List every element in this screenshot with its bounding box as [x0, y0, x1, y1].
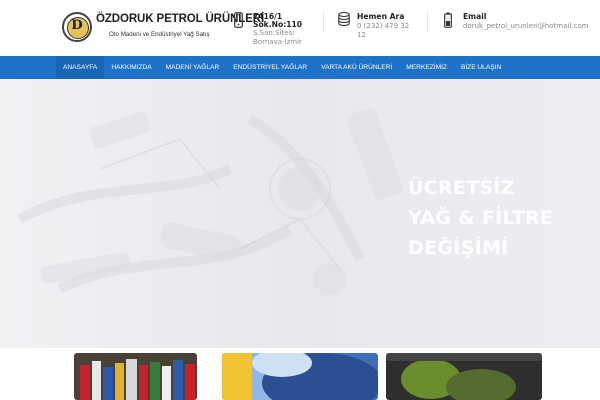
address-line1: S.San.Sitesi: [253, 29, 295, 37]
site-header: D ÖZDORUK PETROL ÜRÜNLERİ Oto Madeni ve …: [0, 0, 600, 56]
address-line2: Bornava-İzmir: [253, 38, 302, 46]
product-thumbnail-oils[interactable]: [74, 353, 197, 400]
phone-number-line2[interactable]: 12: [357, 31, 366, 40]
nav-item-anasayfa[interactable]: ANASAYFA: [56, 56, 105, 79]
header-divider: [323, 11, 324, 33]
nav-item-madeni-yağlar[interactable]: MADENİ YAĞLAR: [159, 56, 227, 79]
email-title: Email: [463, 12, 487, 21]
product-thumbnail-service[interactable]: [386, 353, 542, 400]
nav-item-endüstri-yel-yağlar[interactable]: ENDÜSTRİYEL YAĞLAR: [226, 56, 314, 79]
nav-item-merkezi-mi-z[interactable]: MERKEZİMİZ: [399, 56, 454, 79]
address-title-line2: Sok.No:110: [253, 20, 303, 29]
battery-icon: [444, 12, 452, 28]
hero-heading-line2: YAĞ & FİLTRE: [408, 207, 554, 229]
mobile-phone-icon: [234, 12, 243, 28]
brand-logo[interactable]: D: [62, 12, 92, 42]
nav-item-varta-akü-ürünleri-[interactable]: VARTA AKÜ ÜRÜNLERİ: [314, 56, 399, 79]
header-divider: [427, 11, 428, 33]
main-nav: ANASAYFA HAKKIMIZDA MADENİ YAĞLAR ENDÜSTRİY…: [0, 56, 600, 79]
nav-item-hakkimizda[interactable]: HAKKIMIZDA: [104, 56, 158, 79]
phone-number-line1[interactable]: 0 (232) 479 32: [357, 22, 409, 31]
logo-letter: D: [71, 18, 83, 33]
hero-heading-line1: ÜCRETSİZ: [408, 177, 515, 199]
email-address[interactable]: doruk_petrol_urunleri@hotmail.com: [463, 22, 588, 31]
product-image: [386, 353, 542, 400]
product-thumbnail-lubricant[interactable]: [222, 353, 378, 400]
product-image: [222, 353, 378, 400]
hero-heading-line3: DEĞİŞİMİ: [408, 237, 509, 259]
product-image: [74, 353, 197, 400]
featured-products: [0, 348, 600, 400]
hero-slider[interactable]: ÜCRETSİZ YAĞ & FİLTRE DEĞİŞİMİ: [0, 79, 600, 348]
nav-item-bi-ze-ulaşin[interactable]: BİZE ULAŞIN: [454, 56, 508, 79]
database-icon: [338, 12, 350, 26]
phone-title: Hemen Ara: [357, 12, 405, 21]
brand-subtitle: Oto Madeni ve Endüstriyel Yağ Satış: [109, 31, 210, 38]
nav-menu: ANASAYFA HAKKIMIZDA MADENİ YAĞLAR ENDÜSTRİY…: [56, 56, 508, 79]
